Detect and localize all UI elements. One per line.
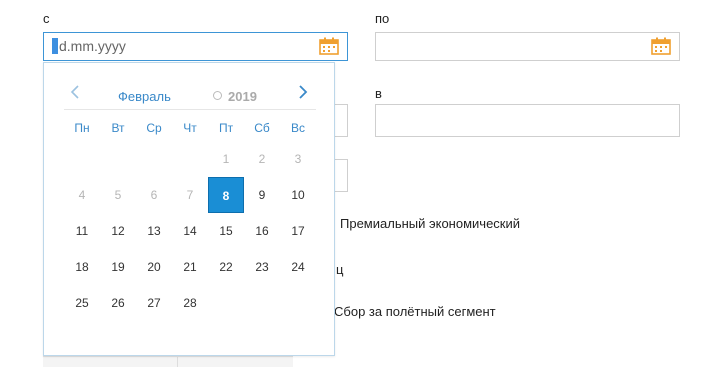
calendar-day[interactable]: 15 — [208, 213, 244, 249]
weekday-header: Сб — [254, 121, 270, 135]
chevron-right-icon[interactable] — [296, 83, 310, 101]
calendar-day: 4 — [78, 188, 86, 202]
date-from-placeholder: d.mm.yyyy — [59, 38, 126, 54]
from-label: с — [43, 11, 50, 26]
calendar-day: 3 — [294, 152, 302, 166]
year-selector[interactable]: 2019 — [213, 89, 257, 104]
calendar-icon[interactable] — [651, 37, 671, 55]
calendar-day: 6 — [150, 188, 158, 202]
to-label: по — [375, 11, 390, 26]
calendar-day[interactable]: 22 — [208, 249, 244, 285]
calendar-day[interactable]: 27 — [136, 285, 172, 321]
calendar-day[interactable]: 23 — [244, 249, 280, 285]
weekday-header: Вт — [111, 121, 125, 135]
calendar-day[interactable]: 26 — [100, 285, 136, 321]
premium-economy-option[interactable]: Премиальный экономический — [340, 216, 520, 231]
in-label: в — [375, 86, 382, 101]
calendar-day[interactable]: 12 — [100, 213, 136, 249]
calendar-day[interactable]: 25 — [64, 285, 100, 321]
weekday-header: Пт — [218, 121, 234, 135]
calendar-day[interactable]: 11 — [64, 213, 100, 249]
calendar-day[interactable]: 13 — [136, 213, 172, 249]
year-label: 2019 — [228, 89, 257, 104]
calendar-icon[interactable] — [319, 37, 339, 55]
header-divider — [64, 109, 316, 110]
calendar-day-selected[interactable]: 8 — [208, 177, 244, 213]
date-to-input[interactable] — [375, 32, 680, 61]
calendar-day: 7 — [186, 188, 194, 202]
calendar-day: 5 — [114, 188, 122, 202]
year-spinner-icon — [213, 91, 222, 100]
month-label[interactable]: Февраль — [118, 89, 171, 104]
calendar-day[interactable]: 9 — [244, 177, 280, 213]
segment-fee-option[interactable]: Сбор за полётный сегмент — [334, 304, 496, 319]
date-from-input[interactable]: d.mm.yyyy — [43, 32, 348, 61]
weekday-header: Пн — [74, 121, 90, 135]
datepicker-popup: Февраль 2019 Пн Вт Ср Чт Пт Сб Вс 1 2 3 4 5 6 7 8 9 10 11… — [43, 62, 335, 356]
hidden-table-strip — [43, 356, 293, 367]
calendar-day[interactable]: 18 — [64, 249, 100, 285]
in-input[interactable] — [375, 104, 680, 137]
calendar-day[interactable]: 16 — [244, 213, 280, 249]
calendar-day[interactable]: 19 — [100, 249, 136, 285]
text-cursor — [52, 38, 58, 54]
calendar-day: 2 — [258, 152, 266, 166]
weekday-header: Вс — [290, 121, 305, 135]
calendar-day[interactable]: 28 — [172, 285, 208, 321]
calendar-day[interactable]: 24 — [280, 249, 316, 285]
date-from-value: d.mm.yyyy — [52, 38, 126, 54]
weekday-header: Чт — [183, 121, 197, 135]
calendar-day[interactable]: 10 — [280, 177, 316, 213]
calendar-day[interactable]: 21 — [172, 249, 208, 285]
chevron-left-icon[interactable] — [68, 83, 82, 101]
calendar-day[interactable]: 17 — [280, 213, 316, 249]
calendar-day[interactable]: 14 — [172, 213, 208, 249]
partial-label: ц — [336, 262, 344, 277]
calendar-day[interactable]: 20 — [136, 249, 172, 285]
weekday-header: Ср — [146, 121, 162, 135]
calendar-day: 1 — [222, 152, 230, 166]
